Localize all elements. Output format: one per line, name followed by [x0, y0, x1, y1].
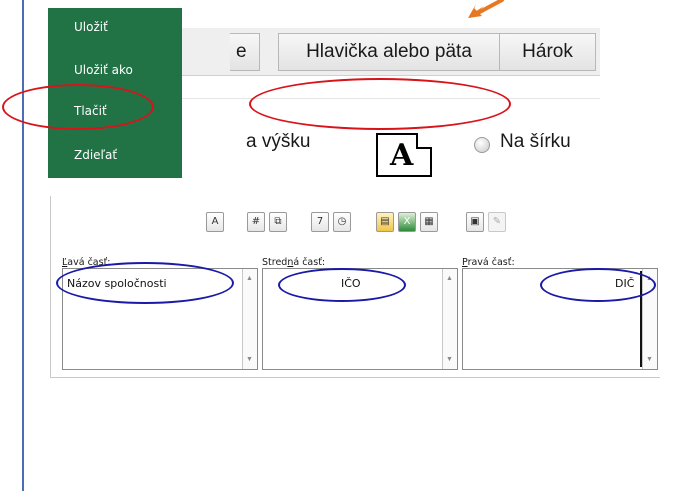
- scroll-up-icon[interactable]: ▲: [446, 275, 453, 282]
- right-section-label: Pravá časť:: [462, 257, 515, 268]
- letter-a-glyph: A: [390, 138, 414, 173]
- page-number-icon[interactable]: #: [247, 212, 265, 232]
- tab-header-footer[interactable]: Hlavička alebo päta: [278, 33, 500, 71]
- scroll-down-icon[interactable]: ▼: [646, 356, 653, 363]
- time-icon[interactable]: ◷: [333, 212, 351, 232]
- scroll-down-icon[interactable]: ▼: [246, 356, 253, 363]
- center-label-b: á časť:: [293, 257, 326, 268]
- red-highlight-print: [2, 84, 154, 130]
- menu-item-save[interactable]: Uložiť: [74, 20, 108, 34]
- picture-icon[interactable]: ▣: [466, 212, 484, 232]
- blue-highlight-left: [56, 262, 234, 304]
- center-section-scrollbar[interactable]: ▲ ▼: [442, 269, 457, 369]
- tab-sheet[interactable]: Hárok: [500, 33, 596, 71]
- tab-partial[interactable]: e: [230, 33, 260, 71]
- center-label-a: Stred: [262, 257, 288, 268]
- page-setup-tabstrip: e Hlavička alebo päta Hárok: [182, 28, 600, 76]
- center-section-label: Stredná časť:: [262, 257, 325, 268]
- portrait-orientation-icon[interactable]: A: [376, 133, 432, 177]
- landscape-radio[interactable]: [474, 137, 490, 153]
- left-section-scrollbar[interactable]: ▲ ▼: [242, 269, 257, 369]
- font-icon[interactable]: A: [206, 212, 224, 232]
- date-icon[interactable]: 7: [311, 212, 329, 232]
- file-name-icon[interactable]: X: [398, 212, 416, 232]
- menu-item-save-as[interactable]: Uložiť ako: [74, 63, 133, 77]
- sheet-name-icon[interactable]: ▦: [420, 212, 438, 232]
- blue-highlight-center: [278, 268, 406, 302]
- left-border-line: [22, 0, 24, 491]
- landscape-label: Na šírku: [500, 131, 571, 152]
- scroll-up-icon[interactable]: ▲: [246, 275, 253, 282]
- orange-arrow-icon: [468, 0, 504, 18]
- menu-item-share[interactable]: Zdieľať: [74, 148, 117, 162]
- blue-highlight-right: [540, 268, 656, 302]
- portrait-label: a výšku: [246, 131, 311, 152]
- number-of-pages-icon[interactable]: ⧉: [269, 212, 287, 232]
- right-section-label-rest: ravá časť:: [467, 257, 515, 268]
- format-picture-icon: ✎: [488, 212, 506, 232]
- file-path-icon[interactable]: ▤: [376, 212, 394, 232]
- red-highlight-header-footer: [249, 78, 511, 130]
- scroll-down-icon[interactable]: ▼: [446, 356, 453, 363]
- page-corner-fold: [416, 133, 432, 149]
